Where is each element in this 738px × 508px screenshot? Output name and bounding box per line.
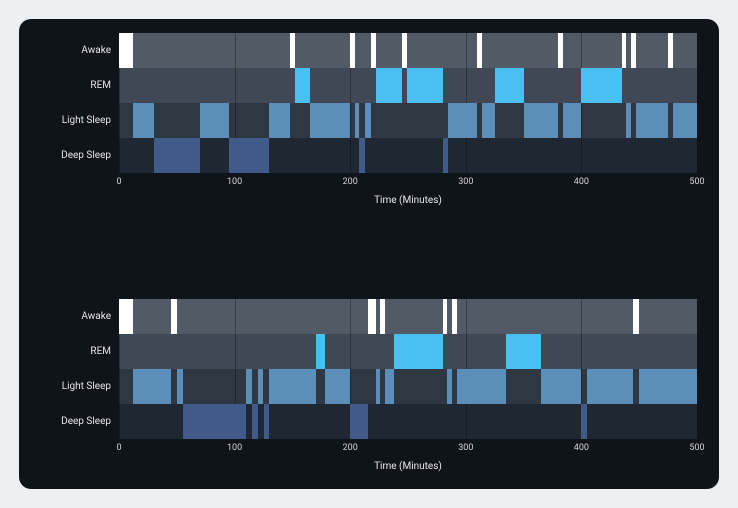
ylabel-rem: REM: [41, 81, 111, 91]
sleep-segment: [246, 369, 252, 404]
x-axis-label-top: Time (Minutes): [119, 195, 697, 209]
sleep-segment: [355, 103, 360, 138]
ylabel-deep: Deep Sleep: [41, 417, 111, 427]
ylabel-deep: Deep Sleep: [41, 151, 111, 161]
sleep-segment: [626, 103, 631, 138]
x-gridline: [581, 33, 582, 173]
sleep-segment: [310, 103, 350, 138]
sleep-segment: [119, 33, 133, 68]
sleep-segment: [183, 404, 247, 439]
x-tick-label: 500: [689, 443, 704, 453]
sleep-segment: [443, 138, 449, 173]
sleep-segment: [350, 33, 355, 68]
sleep-segment: [443, 299, 448, 334]
sleep-segment: [177, 369, 183, 404]
x-axis-top: 0100200300400500: [119, 177, 697, 191]
x-axis-bottom: 0100200300400500: [119, 443, 697, 457]
sleep-segment: [316, 334, 325, 369]
x-tick-label: 0: [116, 443, 121, 453]
sleep-segment: [581, 404, 587, 439]
sleep-segment: [258, 369, 264, 404]
sleep-segment: [452, 299, 457, 334]
sleep-segment: [581, 68, 621, 103]
ylabel-awake: Awake: [41, 46, 111, 56]
x-tick-label: 100: [227, 177, 242, 187]
x-tick-label: 500: [689, 177, 704, 187]
y-axis-labels-top: Awake REM Light Sleep Deep Sleep: [41, 33, 111, 173]
sleep-segment: [295, 68, 310, 103]
sleep-segment: [668, 33, 673, 68]
x-tick-label: 300: [458, 443, 473, 453]
sleep-segment: [447, 369, 452, 404]
sleep-segment: [171, 299, 177, 334]
sleep-segment: [359, 138, 365, 173]
sleep-segment: [402, 33, 407, 68]
sleep-segment: [482, 103, 495, 138]
ylabel-rem: REM: [41, 347, 111, 357]
hypnogram-panel-bottom: Awake REM Light Sleep Deep Sleep 0 100 200…: [41, 299, 697, 475]
y-axis-labels-bottom: Awake REM Light Sleep Deep Sleep: [41, 299, 111, 439]
sleep-segment: [633, 299, 639, 334]
x-tick-label: 400: [574, 443, 589, 453]
ylabel-light: Light Sleep: [41, 116, 111, 126]
sleep-segment: [457, 369, 507, 404]
sleep-segment: [563, 103, 581, 138]
sleep-segment: [631, 33, 636, 68]
x-tick-label: 200: [343, 443, 358, 453]
sleep-segment: [269, 103, 290, 138]
sleep-segment: [448, 103, 477, 138]
sleep-segment: [371, 33, 376, 68]
sleep-segment: [673, 103, 697, 138]
sleep-segment: [365, 103, 371, 138]
sleep-segment: [385, 369, 394, 404]
sleep-segment: [376, 68, 403, 103]
sleep-segment: [394, 334, 443, 369]
sleep-segment: [622, 33, 627, 68]
x-tick-label: 300: [458, 177, 473, 187]
sleep-segment: [541, 369, 581, 404]
ylabel-light: Light Sleep: [41, 382, 111, 392]
sleep-segment: [407, 68, 443, 103]
sleep-segment: [636, 103, 668, 138]
sleep-segment: [495, 68, 524, 103]
ylabel-awake: Awake: [41, 312, 111, 322]
sleep-segment: [269, 369, 315, 404]
sleep-segment: [290, 33, 295, 68]
sleep-segment: [119, 299, 133, 334]
sleep-segment: [264, 404, 270, 439]
sleep-segment: [587, 369, 633, 404]
sleep-segment: [506, 334, 541, 369]
sleep-segment: [380, 299, 385, 334]
x-tick-label: 0: [116, 177, 121, 187]
x-axis-label-bottom: Time (Minutes): [119, 461, 697, 475]
sleep-segment: [252, 404, 258, 439]
sleep-segment: [200, 103, 229, 138]
x-tick-label: 100: [227, 443, 242, 453]
sleep-segment: [477, 33, 482, 68]
sleep-segment: [524, 103, 559, 138]
hypnogram-plot-top: [119, 33, 697, 173]
hypnogram-plot-bottom: [119, 299, 697, 439]
sleep-segment: [639, 369, 697, 404]
sleep-segment: [325, 369, 350, 404]
sleep-segment: [350, 404, 367, 439]
sleep-segment: [229, 138, 269, 173]
sleep-segment: [133, 103, 154, 138]
hypnogram-card: Awake REM Light Sleep Deep Sleep 0 100 200…: [19, 19, 719, 489]
sleep-segment: [558, 33, 563, 68]
x-tick-label: 200: [343, 177, 358, 187]
sleep-segment: [133, 369, 171, 404]
x-tick-label: 400: [574, 177, 589, 187]
sleep-segment: [376, 369, 381, 404]
hypnogram-panel-top: Awake REM Light Sleep Deep Sleep 0 100 200…: [41, 33, 697, 209]
sleep-segment: [154, 138, 200, 173]
sleep-segment: [368, 299, 376, 334]
